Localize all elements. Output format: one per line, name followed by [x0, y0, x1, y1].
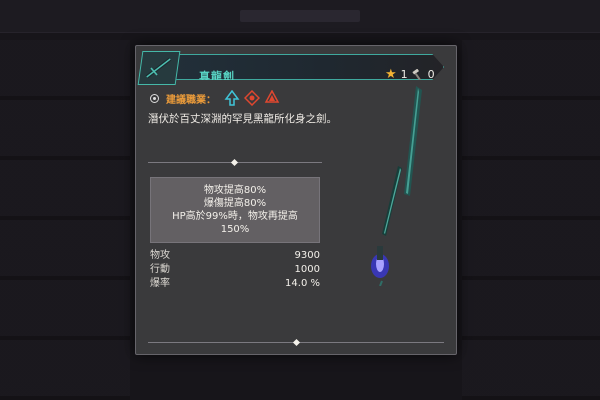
weapon-illustration [371, 86, 422, 286]
job-icon-arrow[interactable] [224, 90, 240, 106]
stat-name: 爆率 [150, 278, 170, 289]
stat-row: 物攻 9300 [150, 249, 320, 263]
sword-icon [145, 57, 172, 79]
top-bar-title [240, 10, 360, 22]
stat-row: 行動 1000 [150, 263, 320, 277]
recommended-jobs-row: 建議職業： [150, 90, 280, 106]
divider-diamond-bottom [292, 338, 301, 347]
radio-icon [150, 93, 159, 103]
effect-box: 物攻提高80% 爆傷提高80% HP高於99%時，物攻再提高 150% [150, 177, 320, 243]
effect-line: 爆傷提高80% [203, 198, 267, 209]
stats-list: 物攻 9300 行動 1000 爆率 14.0 % [150, 249, 320, 291]
effect-line: 150% [220, 224, 250, 235]
divider-diamond-top [230, 158, 239, 167]
hammer-icon [412, 68, 421, 80]
job-icon-flame[interactable] [264, 90, 280, 106]
stat-value: 14.0 % [285, 278, 320, 289]
recommended-label: 建議職業： [166, 94, 216, 106]
stat-name: 行動 [150, 264, 170, 275]
weapon-header-bar: 真龍劍 ★ 1 0 [152, 54, 444, 80]
job-icon-helmet[interactable] [244, 90, 260, 106]
star-icon: ★ [385, 67, 397, 82]
star-count: 1 [400, 68, 408, 81]
stat-row: 爆率 14.0 % [150, 277, 320, 291]
stat-value: 1000 [294, 264, 320, 275]
weapon-name: 真龍劍 [199, 70, 235, 83]
background-left-list [0, 40, 130, 400]
stat-value: 9300 [294, 250, 320, 261]
top-bar [0, 0, 600, 33]
background-right-list [462, 40, 600, 400]
effect-line: HP高於99%時，物攻再提高 [172, 211, 298, 222]
effect-line: 物攻提高80% [203, 185, 267, 196]
weapon-description: 潛伏於百丈深淵的罕見黑龍所化身之劍。 [148, 113, 337, 125]
hammer-count: 0 [427, 68, 435, 81]
stat-name: 物攻 [150, 250, 170, 261]
weapon-counts: ★ 1 0 [385, 67, 435, 82]
weapon-detail-panel: 真龍劍 ★ 1 0 建議職業： 潛伏於百丈深淵的罕見黑龍所化身之劍。 物攻提高8… [135, 45, 457, 355]
weapon-thumbnail-icon [137, 51, 181, 85]
